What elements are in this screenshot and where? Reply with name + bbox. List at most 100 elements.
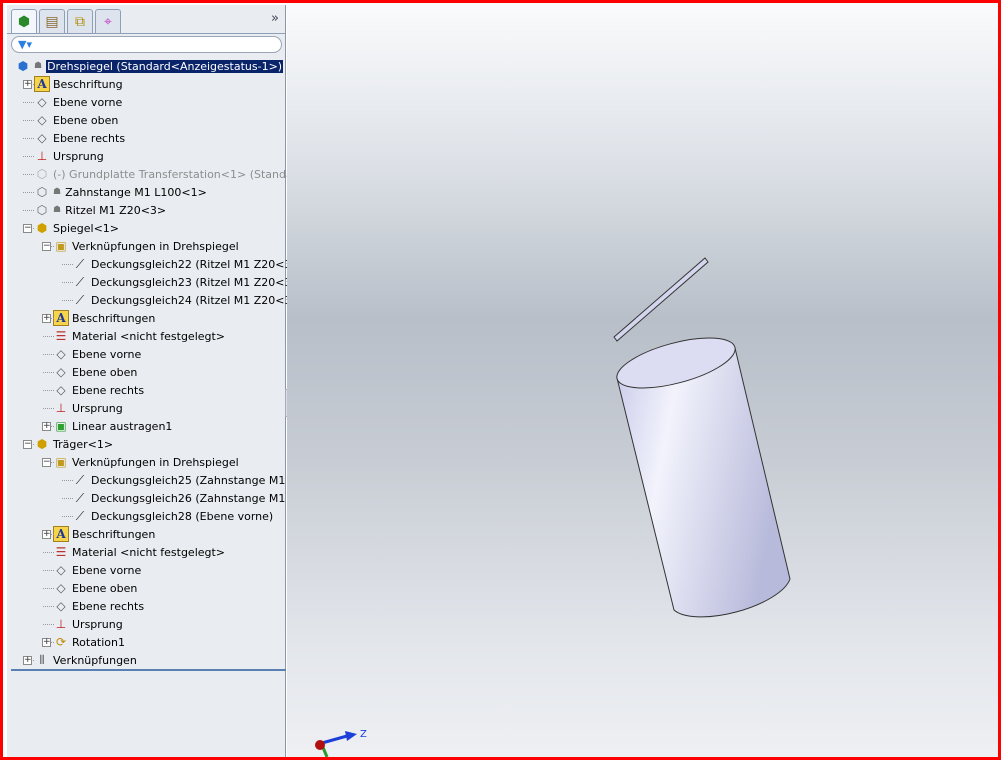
tree-item[interactable]: ⬡ ☗ Zahnstange M1 L100<1>: [23, 183, 207, 201]
tree-item[interactable]: ⟋ Deckungsgleich22 (Ritzel M1 Z20<3>): [62, 255, 305, 273]
tree-item-label: Beschriftung: [53, 77, 123, 91]
tree-connector: [43, 624, 54, 625]
tree-item-label: Material <nicht festgelegt>: [72, 545, 226, 559]
tree-item-label: Verknüpfungen in Drehspiegel: [72, 455, 239, 469]
tree-item-label: Ebene vorne: [53, 95, 123, 109]
tree-item[interactable]: ⬡ (-) Grundplatte Transferstation<1> (Sta…: [23, 165, 308, 183]
tree-item[interactable]: ☰ Material <nicht festgelegt>: [43, 543, 226, 561]
tree-connector: [62, 498, 73, 499]
tab-dimxpert-manager[interactable]: ⌖: [95, 9, 121, 33]
tree-item-label: Träger<1>: [53, 437, 114, 451]
tree-item-label: Ebene oben: [72, 581, 138, 595]
collapse-button[interactable]: −: [42, 242, 51, 251]
triad-z-label: Z: [360, 729, 367, 740]
tree-item-label: Deckungsgleich22 (Ritzel M1 Z20<3>): [91, 257, 305, 271]
tree-item[interactable]: ◇ Ebene rechts: [43, 597, 145, 615]
tree-item[interactable]: ⊥ Ursprung: [43, 399, 123, 417]
collapse-button[interactable]: −: [42, 458, 51, 467]
plane-icon: ◇: [56, 599, 66, 613]
tree-connector: [43, 372, 54, 373]
tree-item[interactable]: ◇ Ebene vorne: [43, 561, 141, 579]
tree-item[interactable]: ◇ Ebene oben: [23, 111, 118, 129]
tree-item[interactable]: − ▣ Verknüpfungen in Drehspiegel: [42, 453, 239, 471]
tree-item[interactable]: ⟋ Deckungsgleich26 (Zahnstange M1 L100: [62, 489, 316, 507]
tree-item-label: Ebene rechts: [72, 599, 145, 613]
annotation-icon: A: [53, 310, 69, 326]
tree-connector: [43, 354, 54, 355]
tree-item-label: Ebene rechts: [72, 383, 145, 397]
tree-item[interactable]: + ⫴ Verknüpfungen: [23, 651, 137, 669]
expand-button[interactable]: +: [42, 530, 51, 539]
tree-item[interactable]: + A Beschriftungen: [42, 525, 155, 543]
tab-divider: [7, 33, 285, 34]
display-state-icon: ☗: [53, 205, 62, 215]
tree-connector: [23, 192, 34, 193]
plane-icon: ◇: [37, 95, 47, 109]
expand-button[interactable]: +: [23, 80, 32, 89]
cylinder-body[interactable]: [612, 328, 791, 618]
tree-item[interactable]: ◇ Ebene vorne: [23, 93, 123, 111]
tree-connector: [23, 156, 34, 157]
tree-item[interactable]: ⟋ Deckungsgleich24 (Ritzel M1 Z20<3>): [62, 291, 305, 309]
plane-icon: ◇: [56, 563, 66, 577]
tree-item[interactable]: + A Beschriftung: [23, 75, 123, 93]
mates-folder-icon: ▣: [55, 239, 67, 253]
tree-item[interactable]: ☰ Material <nicht festgelegt>: [43, 327, 225, 345]
tree-item-label: Deckungsgleich25 (Zahnstange M1 L100: [91, 473, 316, 487]
more-tabs-button[interactable]: »: [271, 11, 279, 26]
tree-connector: [62, 480, 73, 481]
tree-item[interactable]: ◇ Ebene oben: [43, 363, 137, 381]
collapse-button[interactable]: −: [23, 224, 32, 233]
coincident-icon: ⟋: [75, 292, 85, 307]
tree-item[interactable]: ◇ Ebene oben: [43, 579, 138, 597]
graphics-viewport[interactable]: Z: [287, 3, 998, 757]
panel-tabs: ⬢ ▤ ⧉ ⌖: [11, 9, 121, 33]
tree-item[interactable]: ◇ Ebene rechts: [43, 381, 145, 399]
material-icon: ☰: [55, 545, 67, 559]
tree-item[interactable]: ⟋ Deckungsgleich25 (Zahnstange M1 L100: [62, 471, 316, 489]
tree-item-label: Verknüpfungen: [53, 653, 137, 667]
tree-item-label: Ursprung: [72, 401, 123, 415]
tree-item-label: Deckungsgleich26 (Zahnstange M1 L100: [91, 491, 316, 505]
plane-icon: ◇: [37, 131, 47, 145]
tree-item[interactable]: ⟋ Deckungsgleich28 (Ebene vorne): [62, 507, 273, 525]
tree-item[interactable]: − ⬢ Spiegel<1>: [23, 219, 119, 237]
tree-item[interactable]: − ⬢ Träger<1>: [23, 435, 114, 453]
expand-button[interactable]: +: [42, 422, 51, 431]
filter-icon: ▼▾: [18, 38, 32, 51]
axis-triad: Z: [315, 729, 367, 757]
expand-button[interactable]: +: [42, 314, 51, 323]
expand-button[interactable]: +: [42, 638, 51, 647]
mates-folder-icon: ▣: [55, 455, 67, 469]
tree-item-label: Ebene vorne: [72, 347, 142, 361]
tree-item-label: Ebene rechts: [53, 131, 126, 145]
tree-connector: [43, 588, 54, 589]
expand-button[interactable]: +: [23, 656, 32, 665]
tree-item[interactable]: ⬢ ☗ Drehspiegel (Standard<Anzeigestatus-1>…: [15, 57, 284, 75]
collapse-button[interactable]: −: [23, 440, 32, 449]
tree-item[interactable]: ⟋ Deckungsgleich23 (Ritzel M1 Z20<3>): [62, 273, 305, 291]
tree-item[interactable]: + A Beschriftungen: [42, 309, 155, 327]
tree-connector: [43, 390, 54, 391]
part-icon: ⬡: [36, 185, 48, 199]
mirror-plate[interactable]: [613, 257, 709, 342]
tree-item[interactable]: ⊥ Ursprung: [23, 147, 104, 165]
tree-item[interactable]: ⊥ Ursprung: [43, 615, 123, 633]
tree-item[interactable]: ⬡ ☗ Ritzel M1 Z20<3>: [23, 201, 167, 219]
tab-feature-manager[interactable]: ⬢: [11, 9, 37, 33]
tab-property-manager[interactable]: ▤: [39, 9, 65, 33]
tree-item[interactable]: + ▣ Linear austragen1: [42, 417, 172, 435]
tree-item[interactable]: ◇ Ebene vorne: [43, 345, 142, 363]
filter-input[interactable]: ▼▾: [11, 36, 282, 53]
annotation-icon: A: [53, 526, 69, 542]
tree-item[interactable]: ◇ Ebene rechts: [23, 129, 126, 147]
crosshair-icon: ⌖: [104, 13, 112, 30]
tree-item-label: Ritzel M1 Z20<3>: [65, 203, 167, 217]
feature-manager-panel: ⬢ ▤ ⧉ ⌖ » ▼▾ ⬢ ☗ Drehspiegel (Standard<Anz…: [7, 5, 316, 757]
tab-configuration-manager[interactable]: ⧉: [67, 9, 93, 33]
tree-connector: [43, 606, 54, 607]
tree-connector: [62, 516, 73, 517]
tree-item[interactable]: − ▣ Verknüpfungen in Drehspiegel: [42, 237, 239, 255]
tree-item[interactable]: + ⟳ Rotation1: [42, 633, 125, 651]
tree-connector: [23, 174, 34, 175]
